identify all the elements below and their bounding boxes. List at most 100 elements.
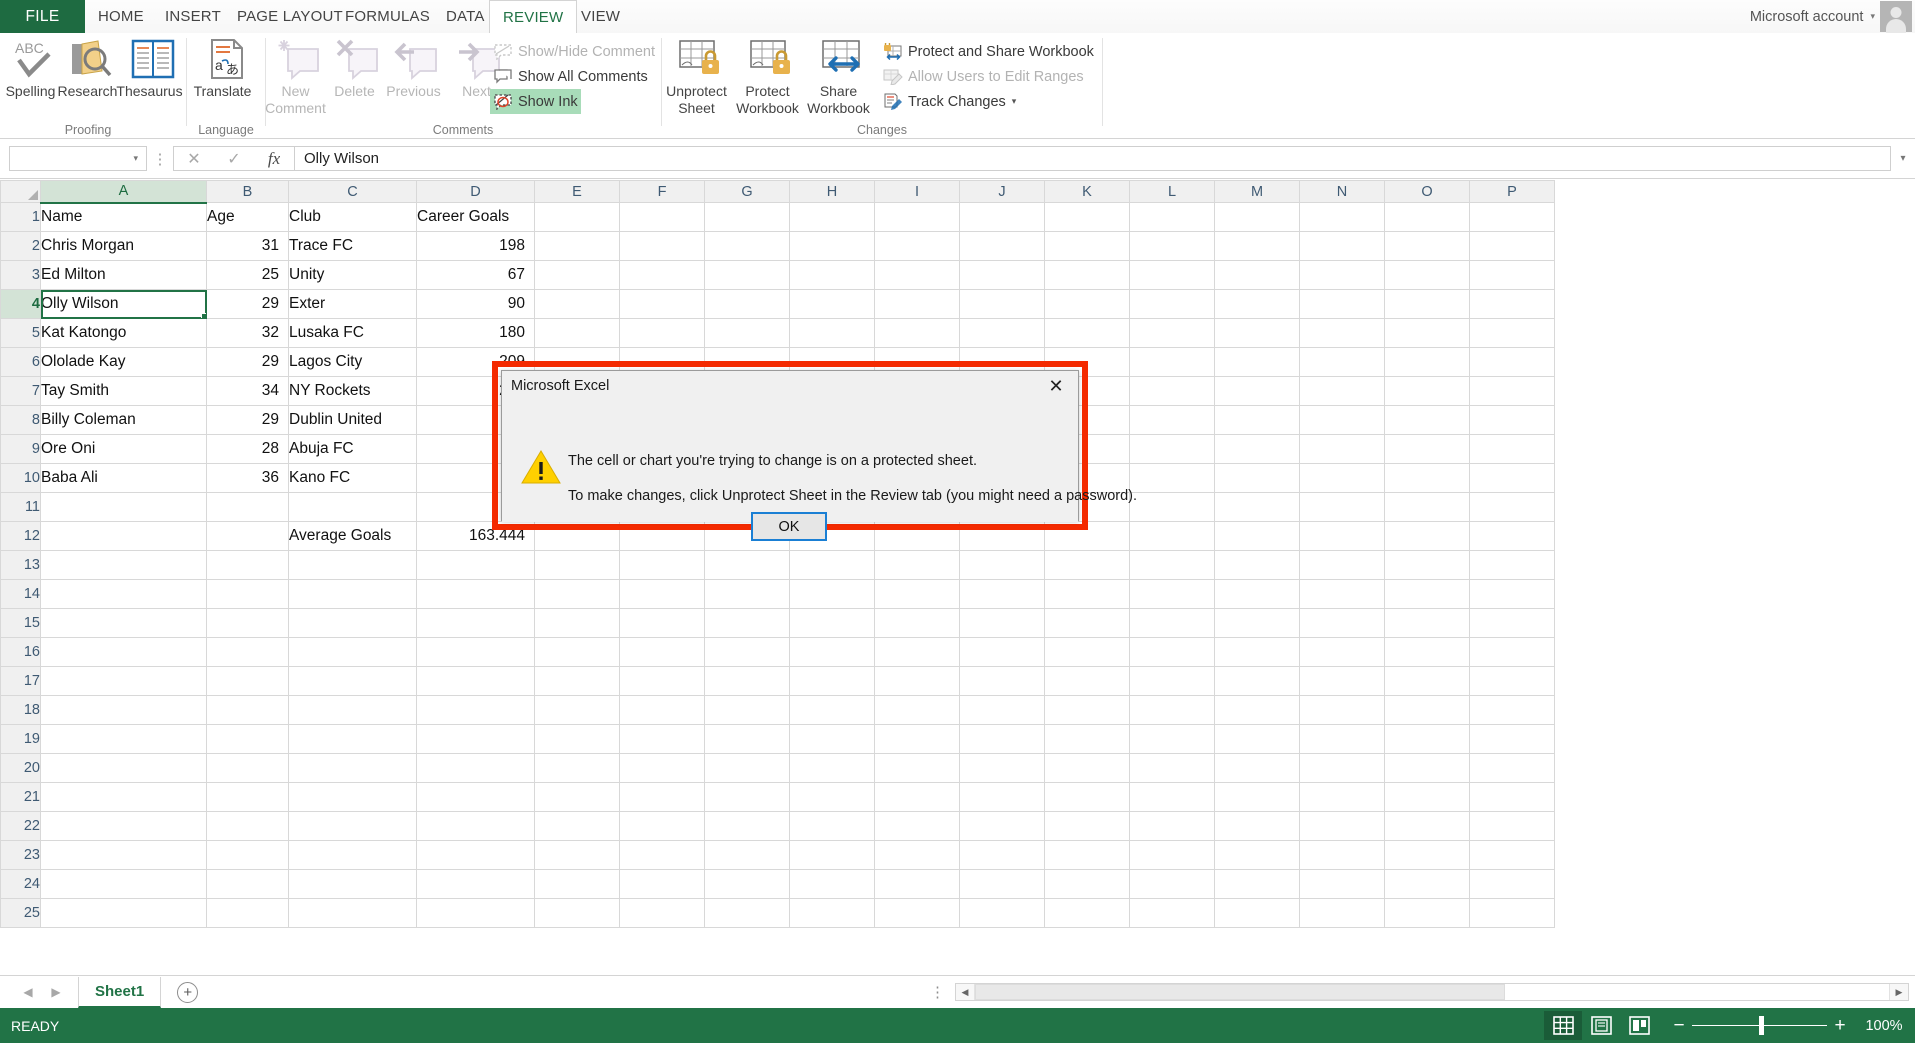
cell-D5[interactable]: 180 (416, 318, 535, 348)
cell-O17[interactable] (1384, 666, 1470, 696)
cell-P21[interactable] (1469, 782, 1555, 812)
zoom-slider[interactable] (1692, 1016, 1827, 1035)
cell-C24[interactable] (288, 869, 417, 899)
cell-H3[interactable] (789, 260, 875, 290)
scroll-left-icon[interactable]: ◀ (956, 987, 974, 998)
cell-P4[interactable] (1469, 289, 1555, 319)
cell-N1[interactable] (1299, 202, 1385, 232)
cell-K21[interactable] (1044, 782, 1130, 812)
column-header-N[interactable]: N (1299, 180, 1385, 203)
ok-button[interactable]: OK (751, 512, 827, 541)
cell-N12[interactable] (1299, 521, 1385, 551)
cell-E2[interactable] (534, 231, 620, 261)
cell-C4[interactable]: Exter (288, 289, 417, 319)
microsoft-account-button[interactable]: Microsoft account ▾ (1750, 0, 1875, 33)
cell-A20[interactable] (40, 753, 207, 783)
cell-N14[interactable] (1299, 579, 1385, 609)
track-changes-button[interactable]: Track Changes ▾ (880, 89, 1019, 114)
thesaurus-button[interactable]: Thesaurus (116, 35, 185, 121)
cell-J2[interactable] (959, 231, 1045, 261)
cell-O15[interactable] (1384, 608, 1470, 638)
tab-review[interactable]: REVIEW (489, 0, 578, 34)
cell-L9[interactable] (1129, 434, 1215, 464)
protect-workbook-button[interactable]: Protect Workbook (736, 35, 803, 121)
cell-K22[interactable] (1044, 811, 1130, 841)
cell-O3[interactable] (1384, 260, 1470, 290)
cell-I16[interactable] (874, 637, 960, 667)
cell-D14[interactable] (416, 579, 535, 609)
cell-G22[interactable] (704, 811, 790, 841)
cell-H23[interactable] (789, 840, 875, 870)
cell-N19[interactable] (1299, 724, 1385, 754)
cell-A6[interactable]: Ololade Kay (40, 347, 207, 377)
cell-O18[interactable] (1384, 695, 1470, 725)
cell-P22[interactable] (1469, 811, 1555, 841)
cell-D1[interactable]: Career Goals (416, 202, 535, 232)
cell-I2[interactable] (874, 231, 960, 261)
cell-J16[interactable] (959, 637, 1045, 667)
cell-B15[interactable] (206, 608, 289, 638)
cell-E3[interactable] (534, 260, 620, 290)
row-header-10[interactable]: 10 (0, 463, 41, 493)
cell-A10[interactable]: Baba Ali (40, 463, 207, 493)
row-header-19[interactable]: 19 (0, 724, 41, 754)
cell-B13[interactable] (206, 550, 289, 580)
cell-J4[interactable] (959, 289, 1045, 319)
cell-E15[interactable] (534, 608, 620, 638)
cell-L4[interactable] (1129, 289, 1215, 319)
column-header-A[interactable]: A (40, 180, 207, 204)
cell-E20[interactable] (534, 753, 620, 783)
cell-C10[interactable]: Kano FC (288, 463, 417, 493)
cell-J20[interactable] (959, 753, 1045, 783)
cell-L16[interactable] (1129, 637, 1215, 667)
cell-I14[interactable] (874, 579, 960, 609)
cell-H14[interactable] (789, 579, 875, 609)
cell-J5[interactable] (959, 318, 1045, 348)
cell-K18[interactable] (1044, 695, 1130, 725)
cell-B14[interactable] (206, 579, 289, 609)
row-header-15[interactable]: 15 (0, 608, 41, 638)
cell-N8[interactable] (1299, 405, 1385, 435)
cell-F19[interactable] (619, 724, 705, 754)
cell-E16[interactable] (534, 637, 620, 667)
cell-E24[interactable] (534, 869, 620, 899)
cell-E21[interactable] (534, 782, 620, 812)
cell-N16[interactable] (1299, 637, 1385, 667)
cell-L7[interactable] (1129, 376, 1215, 406)
cell-J24[interactable] (959, 869, 1045, 899)
row-header-11[interactable]: 11 (0, 492, 41, 522)
cell-B25[interactable] (206, 898, 289, 928)
tab-insert[interactable]: INSERT (152, 0, 234, 33)
cell-E13[interactable] (534, 550, 620, 580)
row-header-9[interactable]: 9 (0, 434, 41, 464)
cell-C21[interactable] (288, 782, 417, 812)
cell-M5[interactable] (1214, 318, 1300, 348)
row-header-8[interactable]: 8 (0, 405, 41, 435)
cell-N7[interactable] (1299, 376, 1385, 406)
column-header-H[interactable]: H (789, 180, 875, 203)
cell-K14[interactable] (1044, 579, 1130, 609)
cell-B9[interactable]: 28 (206, 434, 289, 464)
plus-icon[interactable]: + (1827, 1016, 1853, 1035)
cell-B8[interactable]: 29 (206, 405, 289, 435)
cell-P5[interactable] (1469, 318, 1555, 348)
cell-C25[interactable] (288, 898, 417, 928)
cell-G13[interactable] (704, 550, 790, 580)
cell-N15[interactable] (1299, 608, 1385, 638)
cell-L3[interactable] (1129, 260, 1215, 290)
cell-C2[interactable]: Trace FC (288, 231, 417, 261)
cell-G4[interactable] (704, 289, 790, 319)
cell-P16[interactable] (1469, 637, 1555, 667)
cell-B19[interactable] (206, 724, 289, 754)
cell-I4[interactable] (874, 289, 960, 319)
cell-P18[interactable] (1469, 695, 1555, 725)
cell-O12[interactable] (1384, 521, 1470, 551)
cell-A15[interactable] (40, 608, 207, 638)
cell-P9[interactable] (1469, 434, 1555, 464)
cell-O1[interactable] (1384, 202, 1470, 232)
cell-G23[interactable] (704, 840, 790, 870)
cell-D4[interactable]: 90 (416, 289, 535, 319)
row-header-24[interactable]: 24 (0, 869, 41, 899)
horizontal-scrollbar[interactable]: ◀ ▶ (955, 983, 1909, 1001)
cell-M11[interactable] (1214, 492, 1300, 522)
